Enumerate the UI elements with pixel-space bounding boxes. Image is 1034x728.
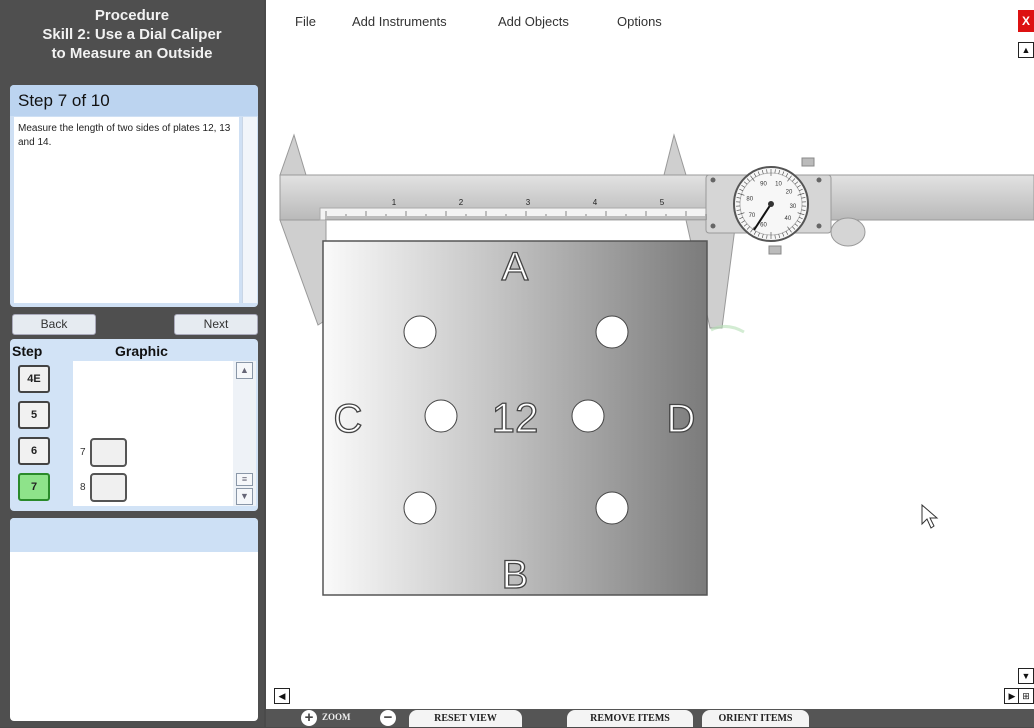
dial-number: 80 xyxy=(746,196,753,202)
mouse-cursor-icon xyxy=(922,505,937,528)
orient-items-button[interactable]: ORIENT ITEMS xyxy=(702,710,809,727)
plate-hole xyxy=(404,316,436,348)
next-button[interactable]: Next xyxy=(174,314,258,335)
notes-header xyxy=(10,518,258,552)
procedure-sidebar: Procedure Skill 2: Use a Dial Caliper to… xyxy=(0,0,264,727)
scroll-up-icon[interactable]: ▲ xyxy=(1018,42,1034,58)
caliper-screw xyxy=(817,178,822,183)
procedure-title: Procedure Skill 2: Use a Dial Caliper to… xyxy=(0,6,264,63)
plate-side-d: D xyxy=(667,397,696,441)
graphic-number-8: 8 xyxy=(80,482,86,493)
graphic-thumbnail-8[interactable] xyxy=(90,473,127,502)
back-button[interactable]: Back xyxy=(12,314,96,335)
plate-hole xyxy=(572,400,604,432)
procedure-skill-line: Skill 2: Use a Dial Caliper xyxy=(0,25,264,44)
step-instruction: Measure the length of two sides of plate… xyxy=(14,117,239,303)
plate-side-c: C xyxy=(334,397,363,441)
scale-number: 5 xyxy=(660,198,665,207)
dial-number: 40 xyxy=(785,216,792,222)
step-panel: Step 7 of 10 Measure the length of two s… xyxy=(10,85,258,307)
procedure-heading: Procedure xyxy=(0,6,264,25)
plate-hole xyxy=(596,316,628,348)
dial-hub xyxy=(768,201,774,207)
menu-add-instruments[interactable]: Add Instruments xyxy=(352,14,447,29)
scale-number: 3 xyxy=(526,198,531,207)
plate-side-a: A xyxy=(502,245,529,289)
step-button-6[interactable]: 6 xyxy=(18,437,50,465)
workspace: File Add Instruments Add Objects Options… xyxy=(266,0,1034,727)
dial-number: 90 xyxy=(760,181,767,187)
dial-bezel-screw xyxy=(802,158,814,166)
reset-view-button[interactable]: RESET VIEW xyxy=(409,710,522,727)
plate-side-b: B xyxy=(502,553,529,597)
step-column-header: Step xyxy=(12,343,42,359)
step-scrollbar[interactable] xyxy=(242,117,257,303)
graphic-scrollbar[interactable]: ▲ ≡ ▼ xyxy=(233,361,256,506)
step-counter: Step 7 of 10 xyxy=(18,91,110,111)
bottom-toolbar: + ZOOM − RESET VIEW REMOVE ITEMS ORIENT … xyxy=(266,709,1034,727)
zoom-label: ZOOM xyxy=(322,712,351,722)
measurement-scene: 9010203040607080 12345 12 A B C D xyxy=(266,100,1034,710)
plate-12[interactable]: 12 A B C D xyxy=(323,241,707,597)
graphic-number-7: 7 xyxy=(80,447,86,458)
caliper-fixed-lower-jaw xyxy=(280,220,326,325)
scroll-down-icon[interactable]: ▼ xyxy=(236,488,253,505)
close-button[interactable]: X xyxy=(1018,10,1034,32)
dial-bezel-screw xyxy=(769,246,781,254)
caliper-screw xyxy=(711,178,716,183)
dial-number: 30 xyxy=(790,204,797,210)
remove-items-button[interactable]: REMOVE ITEMS xyxy=(567,710,693,727)
zoom-in-button[interactable]: + xyxy=(301,710,317,726)
scale-number: 4 xyxy=(593,198,598,207)
caliper-scale-strip xyxy=(320,208,710,220)
green-highlight xyxy=(711,326,744,332)
dial-number: 20 xyxy=(786,189,793,195)
scale-number: 2 xyxy=(459,198,464,207)
caliper-screw xyxy=(817,224,822,229)
step-button-5[interactable]: 5 xyxy=(18,401,50,429)
scroll-thumb[interactable]: ≡ xyxy=(236,473,253,486)
menu-options[interactable]: Options xyxy=(617,14,662,29)
graphic-panel: Step Graphic ▲ ≡ ▼ 4E 5 6 7 7 8 xyxy=(10,339,258,511)
procedure-skill-line-2: to Measure an Outside xyxy=(0,44,264,63)
caliper-fixed-upper-jaw xyxy=(280,135,306,175)
zoom-out-button[interactable]: − xyxy=(380,710,396,726)
menu-file[interactable]: File xyxy=(295,14,316,29)
dial-number: 70 xyxy=(749,213,756,219)
step-button-7[interactable]: 7 xyxy=(18,473,50,501)
step-header: Step 7 of 10 xyxy=(10,85,258,116)
notes-panel xyxy=(10,518,258,721)
scale-number: 1 xyxy=(392,198,397,207)
menu-add-objects[interactable]: Add Objects xyxy=(498,14,569,29)
plate-number: 12 xyxy=(492,394,539,441)
caliper-screw xyxy=(711,224,716,229)
step-button-4e[interactable]: 4E xyxy=(18,365,50,393)
dial-number: 10 xyxy=(775,181,782,187)
caliper-thumb-wheel xyxy=(831,218,865,246)
scroll-up-icon[interactable]: ▲ xyxy=(236,362,253,379)
plate-hole xyxy=(404,492,436,524)
graphic-column-header: Graphic xyxy=(115,343,168,359)
plate-hole xyxy=(425,400,457,432)
dial-number: 60 xyxy=(760,223,767,229)
caliper-sliding-upper-jaw xyxy=(664,135,686,175)
plate-hole xyxy=(596,492,628,524)
graphic-thumbnail-7[interactable] xyxy=(90,438,127,467)
